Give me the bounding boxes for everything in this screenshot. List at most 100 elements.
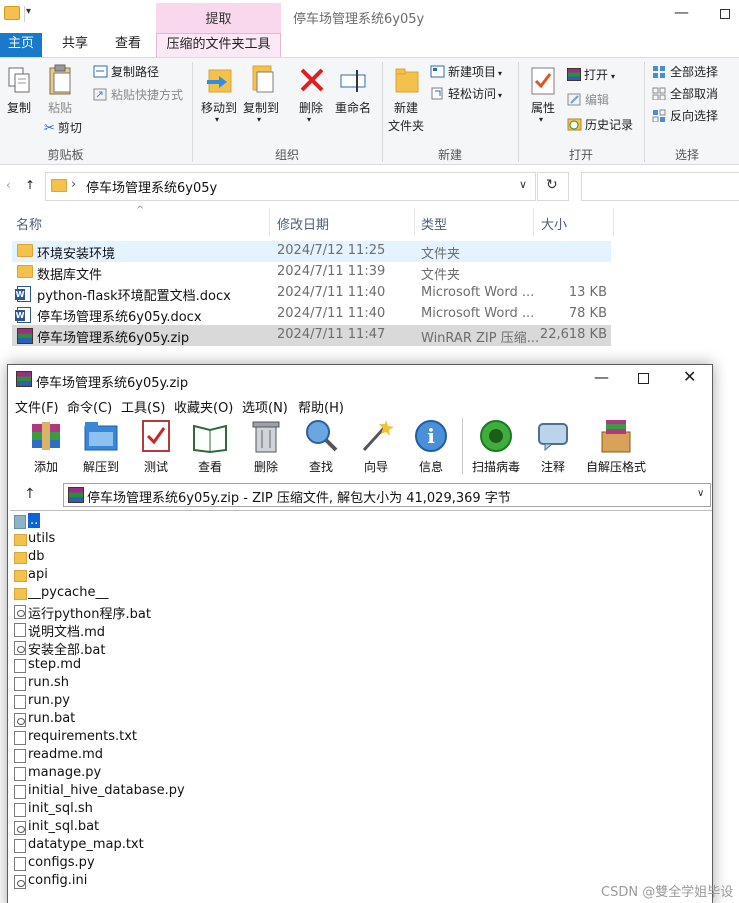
- list-item-name: run.bat: [28, 711, 76, 726]
- list-item[interactable]: 安装全部.bat: [14, 639, 214, 658]
- toolbar-virus-scan-label[interactable]: 扫描病毒: [469, 458, 523, 475]
- toolbar-info-label[interactable]: 信息: [410, 458, 452, 475]
- folder-icon[interactable]: [4, 6, 20, 20]
- group-label-select: 选择: [674, 148, 699, 162]
- list-item[interactable]: 运行python程序.bat: [14, 603, 214, 622]
- toolbar-view-label[interactable]: 查看: [189, 458, 231, 475]
- menu-tools[interactable]: 工具(S): [121, 397, 165, 416]
- extract-to-icon[interactable]: [83, 418, 119, 454]
- add-archive-icon[interactable]: [28, 418, 64, 454]
- paste-button[interactable]: 粘贴: [42, 62, 78, 122]
- tab-home[interactable]: 主页: [0, 33, 42, 57]
- context-tab-extract[interactable]: 提取: [156, 8, 281, 27]
- list-item[interactable]: run.bat: [14, 711, 214, 729]
- delete-button[interactable]: 删除 ▾: [292, 62, 330, 124]
- menu-help[interactable]: 帮助(H): [298, 397, 344, 416]
- list-item[interactable]: init_sql.sh: [14, 801, 214, 819]
- up-arrow-icon[interactable]: ↑: [24, 486, 36, 502]
- minimize-icon[interactable]: —: [594, 368, 609, 386]
- file-row[interactable]: 数据库文件 2024/7/11 11:39 文件夹: [12, 262, 611, 283]
- list-item[interactable]: run.py: [14, 693, 214, 711]
- menu-commands[interactable]: 命令(C): [67, 397, 112, 416]
- file-row[interactable]: python-flask环境配置文档.docx 2024/7/11 11:40 …: [12, 283, 611, 304]
- list-item[interactable]: db: [14, 549, 214, 567]
- list-item[interactable]: readme.md: [14, 747, 214, 765]
- file-row[interactable]: 停车场管理系统6y05y.zip 2024/7/11 11:47 WinRAR …: [12, 325, 611, 346]
- list-item[interactable]: configs.py: [14, 855, 214, 873]
- paste-shortcut-button[interactable]: 粘贴快捷方式: [93, 87, 183, 103]
- menu-file[interactable]: 文件(F): [15, 397, 59, 416]
- group-label-clipboard: 剪贴板: [47, 148, 84, 162]
- column-header-name[interactable]: 名称: [16, 214, 42, 233]
- tab-view[interactable]: 查看: [102, 33, 154, 57]
- menu-favorites[interactable]: 收藏夹(O): [174, 397, 233, 416]
- list-item[interactable]: step.md: [14, 657, 214, 675]
- info-icon[interactable]: i: [413, 418, 449, 454]
- list-item[interactable]: manage.py: [14, 765, 214, 783]
- list-item[interactable]: initial_hive_database.py: [14, 783, 214, 801]
- copy-path-button[interactable]: 复制路径: [93, 64, 159, 80]
- invert-selection-button[interactable]: 反向选择: [652, 108, 718, 124]
- list-item[interactable]: datatype_map.txt: [14, 837, 214, 855]
- maximize-icon[interactable]: [638, 373, 649, 384]
- toolbar-test-label[interactable]: 测试: [135, 458, 177, 475]
- column-header-type[interactable]: 类型: [421, 214, 447, 233]
- maximize-icon[interactable]: [720, 9, 730, 19]
- toolbar-add-label[interactable]: 添加: [25, 458, 67, 475]
- toolbar-comment-label[interactable]: 注释: [532, 458, 574, 475]
- history-button[interactable]: 历史记录: [567, 117, 633, 133]
- trash-icon[interactable]: [248, 418, 284, 454]
- select-all-button[interactable]: 全部选择: [652, 64, 718, 80]
- tab-share[interactable]: 共享: [48, 33, 102, 57]
- wizard-icon[interactable]: [358, 418, 394, 454]
- toolbar-sfx-label[interactable]: 自解压格式: [584, 458, 648, 475]
- column-header-size[interactable]: 大小: [541, 214, 567, 233]
- list-item[interactable]: init_sql.bat: [14, 819, 214, 837]
- sfx-icon[interactable]: [598, 418, 634, 454]
- toolbar-extract-label[interactable]: 解压到: [78, 458, 124, 475]
- chevron-down-icon[interactable]: ∨: [697, 488, 704, 499]
- copy-to-button[interactable]: 复制到 ▾: [240, 62, 282, 124]
- select-none-button[interactable]: 全部取消: [652, 86, 718, 102]
- virus-scan-icon[interactable]: [478, 418, 514, 454]
- minimize-icon[interactable]: —: [674, 3, 689, 21]
- address-dropdown-icon[interactable]: ∨: [519, 178, 527, 191]
- move-to-button[interactable]: 移动到 ▾: [198, 62, 240, 124]
- file-row[interactable]: 环境安装环境 2024/7/12 11:25 文件夹: [12, 241, 611, 262]
- copy-button[interactable]: 复制: [2, 62, 36, 122]
- open-button[interactable]: 打开 ▾: [567, 67, 615, 85]
- cut-button[interactable]: ✂ 剪切: [44, 120, 82, 137]
- comment-icon[interactable]: [535, 418, 571, 454]
- search-input[interactable]: [581, 172, 739, 201]
- view-icon[interactable]: [192, 418, 228, 454]
- list-item[interactable]: 说明文档.md: [14, 621, 214, 640]
- test-icon[interactable]: [138, 418, 174, 454]
- list-item[interactable]: config.ini: [14, 873, 214, 891]
- edit-button[interactable]: 编辑: [567, 92, 609, 108]
- list-item[interactable]: requirements.txt: [14, 729, 214, 747]
- breadcrumb[interactable]: 停车场管理系统6y05y: [86, 177, 217, 196]
- menu-options[interactable]: 选项(N): [242, 397, 288, 416]
- up-arrow-icon[interactable]: ↑: [25, 178, 35, 192]
- toolbar-find-label[interactable]: 查找: [300, 458, 342, 475]
- file-row[interactable]: 停车场管理系统6y05y.docx 2024/7/11 11:40 Micros…: [12, 304, 611, 325]
- list-item[interactable]: api: [14, 567, 214, 585]
- new-item-button[interactable]: 新建项目 ▾: [430, 64, 502, 82]
- easy-access-button[interactable]: 轻松访问 ▾: [430, 86, 502, 104]
- find-icon[interactable]: [303, 418, 339, 454]
- quick-access-dropdown-icon[interactable]: ▾: [26, 6, 31, 17]
- tab-compressed-folder-tools[interactable]: 压缩的文件夹工具: [156, 33, 281, 57]
- close-icon[interactable]: ✕: [683, 367, 696, 386]
- toolbar-wizard-label[interactable]: 向导: [355, 458, 397, 475]
- list-item-name: 安装全部.bat: [28, 643, 106, 658]
- column-header-date[interactable]: 修改日期: [277, 214, 329, 233]
- new-folder-button[interactable]: 新建 文件夹: [386, 62, 426, 134]
- list-item[interactable]: __pycache__: [14, 585, 214, 603]
- list-item[interactable]: utils: [14, 531, 214, 549]
- back-arrow-icon[interactable]: ‹: [6, 178, 11, 192]
- list-item[interactable]: run.sh: [14, 675, 214, 693]
- toolbar-delete-label[interactable]: 删除: [245, 458, 287, 475]
- list-item[interactable]: ..: [14, 513, 44, 531]
- rename-button[interactable]: 重命名: [330, 62, 376, 122]
- properties-button[interactable]: 属性 ▾: [524, 62, 562, 124]
